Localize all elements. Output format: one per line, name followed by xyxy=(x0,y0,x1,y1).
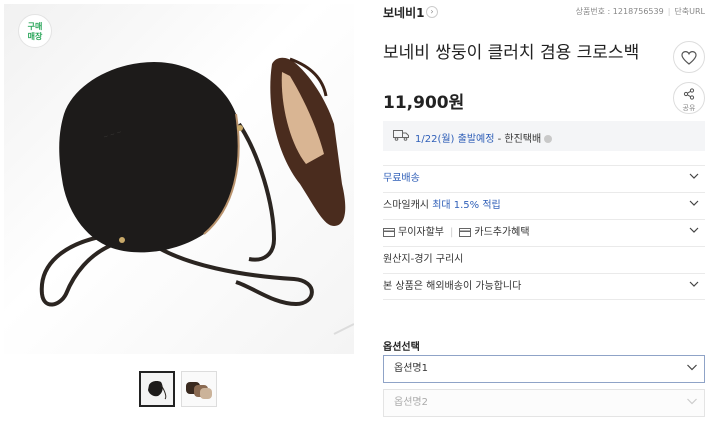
short-url-button[interactable]: 단축URL xyxy=(674,7,705,16)
chevron-down-icon xyxy=(686,356,698,382)
chevron-down-icon xyxy=(689,166,699,192)
wishlist-button[interactable] xyxy=(673,41,705,73)
info-icon[interactable] xyxy=(544,135,553,143)
truck-icon xyxy=(393,130,409,141)
shipping-estimate: 1/22(월) 출발예정 - 한진택배 xyxy=(383,121,705,151)
card-icon xyxy=(459,228,472,237)
shipping-courier: - 한진택배 xyxy=(494,134,542,145)
share-label: 공유 xyxy=(682,104,696,112)
thumbnail-bag-icon xyxy=(141,373,173,405)
thumbnail-bags-icon xyxy=(182,372,216,406)
chevron-right-icon[interactable]: › xyxy=(426,6,438,18)
badge-line1: 구매 xyxy=(27,22,43,31)
store-bar: 보네비1 › 상품번호 : 1218756539 | 단축URL xyxy=(383,4,705,22)
option-select-1[interactable]: 옵션명1 xyxy=(383,355,705,383)
origin-row: 원산지-경기 구리시 xyxy=(383,246,705,273)
smile-cash-prefix: 스마일캐시 xyxy=(383,200,433,211)
main-product-photo[interactable]: ~ ~ ~ 구매 매장 xyxy=(4,4,354,354)
smile-cash-row[interactable]: 스마일캐시 최대 1.5% 적립 xyxy=(383,192,705,219)
share-button[interactable]: 공유 xyxy=(673,82,705,114)
product-title: 보네비 쌍둥이 클러치 겸용 크로스백 xyxy=(383,43,640,63)
chevron-down-icon xyxy=(689,220,699,246)
option-select-2[interactable]: 옵션명2 xyxy=(383,389,705,417)
shipping-date: 1/22(월) 출발예정 xyxy=(415,134,495,145)
thumbnail-2[interactable] xyxy=(181,371,217,407)
payment-benefits-row[interactable]: 무이자할부 | 카드추가혜택 xyxy=(383,219,705,246)
option-select-2-value: 옵션명2 xyxy=(394,397,428,408)
option-select-1-value: 옵션명1 xyxy=(394,363,428,374)
badge-line2: 매장 xyxy=(27,32,43,41)
card-benefit-label: 카드추가혜택 xyxy=(474,227,530,238)
overseas-label: 본 상품은 해외배송이 가능합니다 xyxy=(383,281,522,292)
smile-cash-rate: 최대 1.5% 적립 xyxy=(432,200,501,211)
chevron-down-icon xyxy=(689,193,699,219)
free-shipping-row[interactable]: 무료배송 xyxy=(383,165,705,192)
installment-label: 무이자할부 xyxy=(398,227,444,238)
store-name-link[interactable]: 보네비1 xyxy=(383,4,424,21)
product-number: 상품번호 : 1218756539 xyxy=(575,7,664,16)
store-purchase-badge: 구매 매장 xyxy=(18,14,52,48)
chevron-down-icon xyxy=(689,274,699,300)
chevron-down-icon xyxy=(686,390,698,416)
thumbnail-strip xyxy=(139,371,217,407)
bag-and-shoe-illustration: ~ ~ ~ xyxy=(39,57,354,335)
free-shipping-label: 무료배송 xyxy=(383,173,420,184)
share-icon xyxy=(683,88,695,100)
overseas-shipping-row[interactable]: 본 상품은 해외배송이 가능합니다 xyxy=(383,273,705,300)
product-info-panel: 보네비1 › 상품번호 : 1218756539 | 단축URL 보네비 쌍둥이 클… xyxy=(383,0,705,429)
origin-label: 원산지-경기 구리시 xyxy=(383,254,464,265)
heart-icon xyxy=(681,50,697,65)
product-meta: 상품번호 : 1218756539 | 단축URL xyxy=(575,7,705,16)
option-section-title: 옵션선택 xyxy=(383,342,420,353)
card-icon xyxy=(383,228,395,237)
product-price: 11,900원 xyxy=(383,93,465,113)
thumbnail-1[interactable] xyxy=(139,371,175,407)
